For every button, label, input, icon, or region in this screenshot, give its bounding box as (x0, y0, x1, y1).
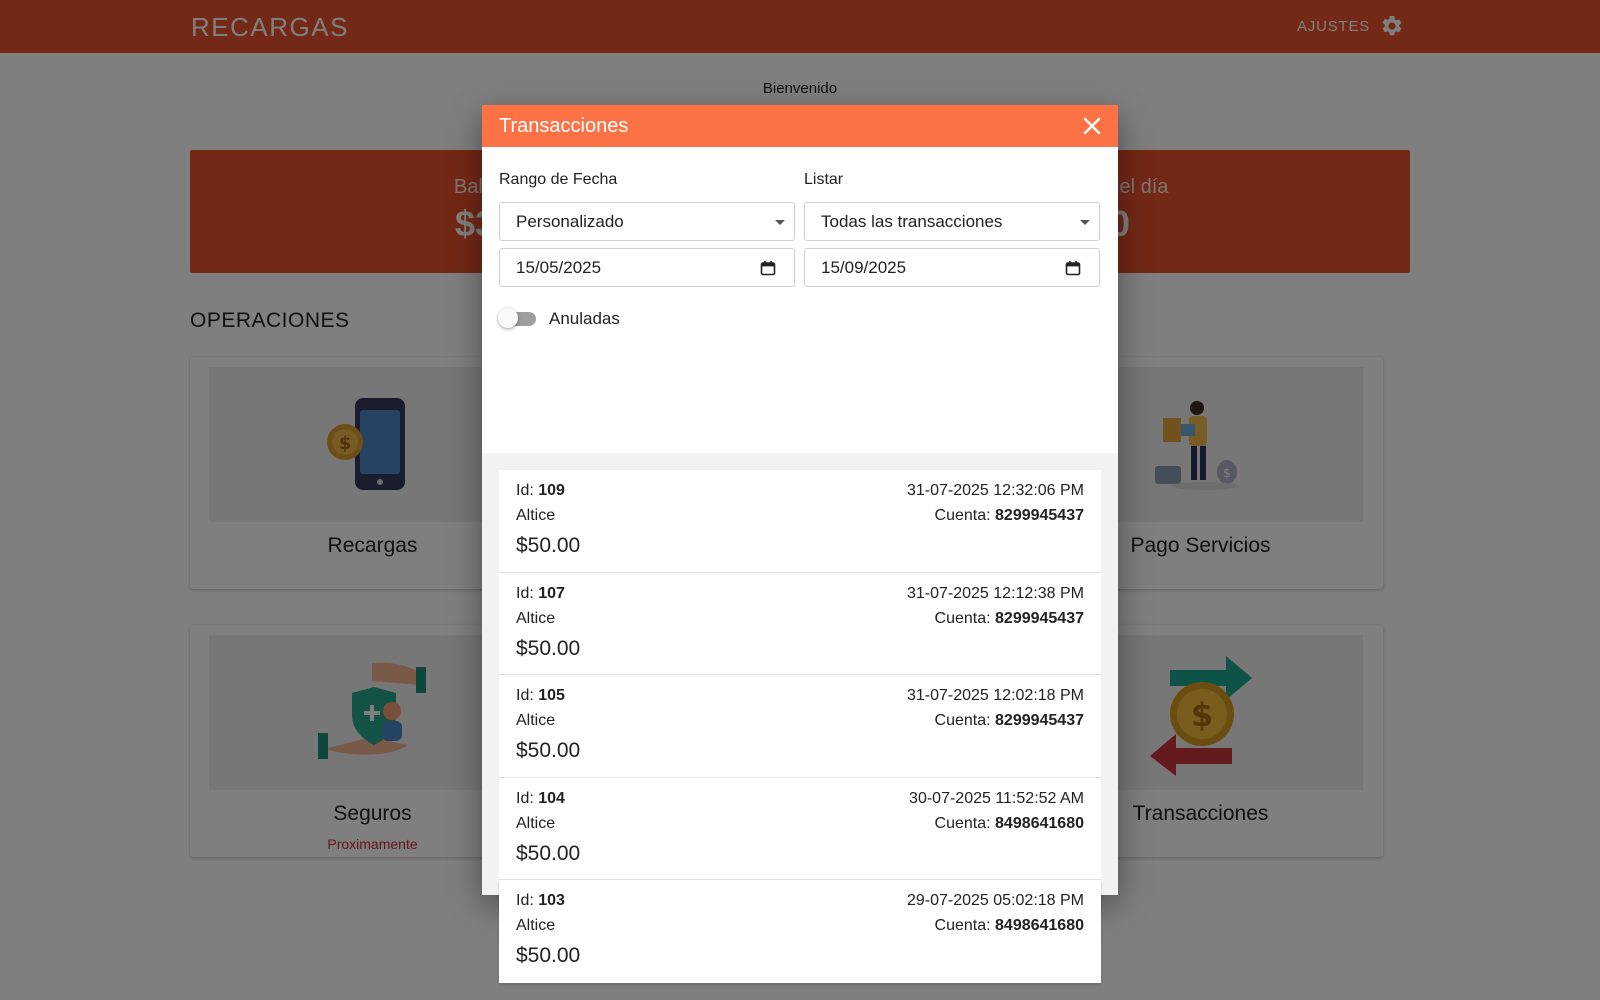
transaction-date: 31-07-2025 12:12:38 PM (906, 584, 1084, 602)
transaction-id: Id: 109 (516, 482, 565, 499)
transaction-amount: $50.00 (516, 739, 581, 762)
close-button[interactable] (1082, 116, 1102, 136)
date-from-value: 15/05/2025 (516, 257, 602, 277)
transaction-item[interactable]: Id: 105 31-07-2025 12:02:18 PM Altice Cu… (499, 675, 1101, 778)
transaction-amount: $50.00 (516, 841, 581, 865)
calendar-icon[interactable] (760, 260, 776, 276)
date-from-input[interactable]: 15/05/2025 (499, 248, 795, 287)
dialog-header: Transacciones (482, 105, 1118, 147)
transaction-item[interactable]: Id: 103 29-07-2025 05:02:18 PM Altice Cu… (499, 880, 1101, 983)
date-range-select[interactable]: Personalizado (499, 202, 795, 241)
transaction-account: Cuenta: 8498641680 (934, 917, 1084, 934)
transaction-date: 31-07-2025 12:32:06 PM (906, 482, 1084, 499)
transaction-amount: $50.00 (516, 534, 581, 557)
transaction-date: 31-07-2025 12:02:18 PM (906, 687, 1084, 704)
date-range-value: Personalizado (516, 211, 624, 231)
voided-toggle[interactable] (498, 308, 536, 328)
transaction-id: Id: 103 (516, 892, 565, 909)
list-filter-select[interactable]: Todas las transacciones (804, 202, 1100, 241)
chevron-down-icon (775, 220, 785, 225)
transaction-item[interactable]: Id: 109 31-07-2025 12:32:06 PM Altice Cu… (499, 470, 1101, 573)
transaction-account: Cuenta: 8299945437 (934, 712, 1084, 729)
dialog-title: Transacciones (499, 115, 629, 137)
transaction-date: 29-07-2025 05:02:18 PM (906, 892, 1084, 909)
transaction-account: Cuenta: 8498641680 (934, 814, 1084, 832)
calendar-icon[interactable] (1065, 260, 1081, 276)
date-range-label: Rango de Fecha (499, 171, 618, 188)
transaction-operator: Altice (516, 814, 556, 832)
transaction-account: Cuenta: 8299945437 (934, 609, 1084, 627)
transactions-dialog: Transacciones Rango de Fecha Listar Pers… (482, 105, 1118, 983)
transaction-amount: $50.00 (516, 636, 581, 660)
date-to-value: 15/09/2025 (821, 257, 907, 277)
transaction-item[interactable]: Id: 107 31-07-2025 12:12:38 PM Altice Cu… (499, 572, 1101, 675)
transaction-id: Id: 105 (516, 687, 565, 704)
transaction-date: 30-07-2025 11:52:52 AM (909, 789, 1084, 807)
list-filter-label: Listar (804, 171, 844, 188)
voided-label: Anuladas (549, 309, 620, 328)
transaction-operator: Altice (516, 712, 556, 729)
transaction-id: Id: 104 (516, 789, 565, 807)
transaction-operator: Altice (516, 507, 556, 524)
chevron-down-icon (1080, 220, 1090, 225)
transaction-account: Cuenta: 8299945437 (934, 507, 1084, 524)
date-to-input[interactable]: 15/09/2025 (804, 248, 1100, 287)
transaction-item[interactable]: Id: 104 30-07-2025 11:52:52 AM Altice Cu… (499, 777, 1101, 880)
filters-panel: Rango de Fecha Listar Personalizado Toda… (482, 147, 1118, 453)
list-filter-value: Todas las transacciones (821, 211, 1003, 231)
transactions-list: Id: 109 31-07-2025 12:32:06 PM Altice Cu… (499, 470, 1101, 983)
transaction-operator: Altice (516, 917, 556, 934)
transaction-id: Id: 107 (516, 584, 565, 602)
transaction-operator: Altice (516, 609, 556, 627)
transaction-amount: $50.00 (516, 944, 581, 967)
close-icon (1082, 116, 1102, 136)
toggle-thumb (498, 308, 518, 328)
